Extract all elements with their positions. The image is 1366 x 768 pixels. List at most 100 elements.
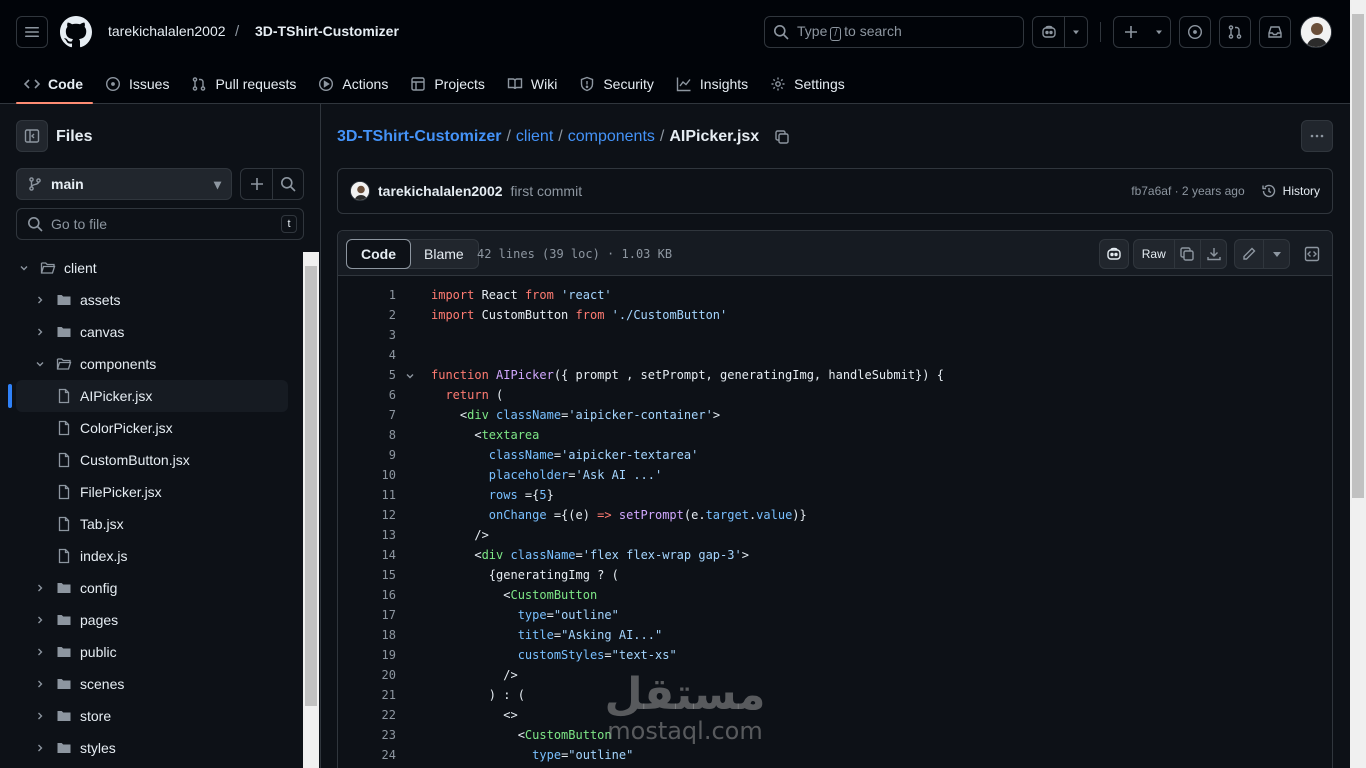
line-number[interactable]: 13 [338,525,396,545]
code-line[interactable]: 6 return ( [338,385,1332,405]
tree-item-custombutton-jsx[interactable]: CustomButton.jsx [16,444,288,476]
code-line[interactable]: 20 /> [338,665,1332,685]
symbols-panel-button[interactable] [1297,239,1327,269]
code-line[interactable]: 21 ) : ( [338,685,1332,705]
tree-item-client[interactable]: client [16,252,288,284]
user-avatar[interactable] [1300,16,1332,48]
download-button[interactable] [1200,240,1226,268]
chevron-right-icon[interactable] [32,582,48,594]
chevron-right-icon[interactable] [32,678,48,690]
chevron-right-icon[interactable] [32,646,48,658]
line-number[interactable]: 21 [338,685,396,705]
tree-item-store[interactable]: store [16,700,288,732]
issues-button[interactable] [1179,16,1211,48]
code-line[interactable]: 1 import React from 'react' [338,285,1332,305]
tab-insights[interactable]: Insights [668,64,758,104]
github-logo-icon[interactable] [60,16,92,48]
tab-code[interactable]: Code [16,64,93,104]
code-line[interactable]: 18 title="Asking AI..." [338,625,1332,645]
line-number[interactable]: 23 [338,725,396,745]
line-number[interactable]: 16 [338,585,396,605]
edit-dropdown-button[interactable] [1263,240,1289,268]
line-number[interactable]: 10 [338,465,396,485]
code-line[interactable]: 14 <div className='flex flex-wrap gap-3'… [338,545,1332,565]
search-input[interactable]: Type / to search [764,16,1024,48]
copy-path-icon[interactable] [774,129,790,145]
tab-security[interactable]: Security [571,64,664,104]
code-line[interactable]: 11 rows ={5} [338,485,1332,505]
code-line[interactable]: 15 {generatingImg ? ( [338,565,1332,585]
breadcrumb-owner[interactable]: tarekichalalen2002 [108,23,226,39]
page-scrollbar[interactable] [1350,0,1366,768]
tree-item-aipicker-jsx[interactable]: AIPicker.jsx [16,380,288,412]
plus-icon[interactable] [1114,17,1148,47]
commit-message[interactable]: first commit [511,183,583,199]
tree-item-scenes[interactable]: scenes [16,668,288,700]
sidebar-scrollbar[interactable] [303,252,319,768]
path-repo-link[interactable]: 3D-TShirt-Customizer [337,128,501,146]
create-new-button[interactable] [1113,16,1171,48]
code-line[interactable]: 12 onChange ={(e) => setPrompt(e.target.… [338,505,1332,525]
code-line[interactable]: 3 [338,325,1332,345]
line-number[interactable]: 5 [338,365,396,385]
code-line[interactable]: 10 placeholder='Ask AI ...' [338,465,1332,485]
code-line[interactable]: 16 <CustomButton [338,585,1332,605]
copy-raw-button[interactable] [1173,240,1201,268]
chevron-right-icon[interactable] [32,742,48,754]
scrollbar-thumb[interactable] [1352,14,1364,498]
more-options-button[interactable] [1301,120,1333,152]
tab-projects[interactable]: Projects [402,64,495,104]
chevron-right-icon[interactable] [32,294,48,306]
path-client-link[interactable]: client [516,128,553,146]
line-number[interactable]: 12 [338,505,396,525]
chevron-down-icon[interactable] [16,262,32,274]
line-number[interactable]: 14 [338,545,396,565]
code-line[interactable]: 5 function AIPicker({ prompt , setPrompt,… [338,365,1332,385]
code-line[interactable]: 23 <CustomButton [338,725,1332,745]
tree-item-tab-jsx[interactable]: Tab.jsx [16,508,288,540]
code-view-tab[interactable]: Code [346,239,411,269]
line-number[interactable]: 15 [338,565,396,585]
tab-wiki[interactable]: Wiki [499,64,567,104]
line-number[interactable]: 22 [338,705,396,725]
pull-requests-button[interactable] [1219,16,1251,48]
breadcrumb-repo[interactable]: 3D-TShirt-Customizer [255,23,399,39]
line-number[interactable]: 17 [338,605,396,625]
code-line[interactable]: 13 /> [338,525,1332,545]
line-number[interactable]: 18 [338,625,396,645]
tab-pull-requests[interactable]: Pull requests [183,64,306,104]
line-number[interactable]: 7 [338,405,396,425]
tree-item-canvas[interactable]: canvas [16,316,288,348]
code-line[interactable]: 17 type="outline" [338,605,1332,625]
tree-item-public[interactable]: public [16,636,288,668]
scrollbar-thumb[interactable] [305,266,317,706]
branch-selector[interactable]: main ▾ [16,168,232,200]
tab-actions[interactable]: Actions [310,64,398,104]
commit-author[interactable]: tarekichalalen2002 [378,183,503,199]
tree-item-config[interactable]: config [16,572,288,604]
copilot-icon[interactable] [1033,17,1064,47]
code-line[interactable]: 24 type="outline" [338,745,1332,765]
code-line[interactable]: 9 className='aipicker-textarea' [338,445,1332,465]
line-number[interactable]: 20 [338,665,396,685]
line-number[interactable]: 19 [338,645,396,665]
inbox-button[interactable] [1259,16,1291,48]
tree-item-pages[interactable]: pages [16,604,288,636]
fold-chevron-icon[interactable] [404,365,416,385]
code-line[interactable]: 4 [338,345,1332,365]
code-line[interactable]: 7 <div className='aipicker-container'> [338,405,1332,425]
edit-file-button[interactable] [1235,240,1263,268]
tree-item-filepicker-jsx[interactable]: FilePicker.jsx [16,476,288,508]
search-files-button[interactable] [272,169,303,199]
line-number[interactable]: 11 [338,485,396,505]
line-number[interactable]: 24 [338,745,396,765]
raw-button[interactable]: Raw [1134,240,1174,268]
blame-view-tab[interactable]: Blame [410,240,478,268]
menu-button[interactable] [16,16,48,48]
line-number[interactable]: 3 [338,325,396,345]
tree-item-index-js[interactable]: index.js [16,540,288,572]
line-number[interactable]: 1 [338,285,396,305]
tree-item-styles[interactable]: styles [16,732,288,764]
add-file-button[interactable] [241,169,272,199]
line-number[interactable]: 8 [338,425,396,445]
